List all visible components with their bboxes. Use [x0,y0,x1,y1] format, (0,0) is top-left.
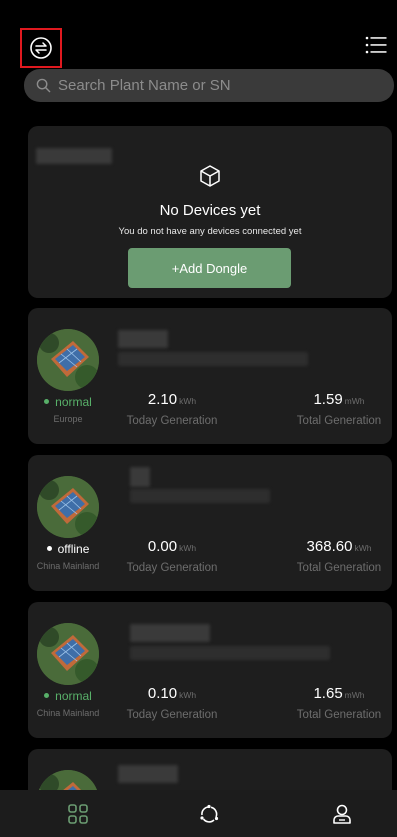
grid-icon [68,804,88,824]
today-label: Today Generation [126,415,218,427]
redacted-plant-sn [130,489,270,503]
plant-avatar [37,476,99,538]
today-label: Today Generation [126,709,218,721]
app-screen: No Devices yet You do not have any devic… [0,0,397,837]
today-generation: 2.10 kWh Today Generation [112,391,232,427]
nav-home[interactable] [67,803,89,825]
refresh-cycle-icon [200,804,219,823]
plant-avatar [37,329,99,391]
redacted-plant-name [130,624,210,642]
today-unit: kWh [179,690,197,700]
nav-profile[interactable] [331,803,353,825]
today-unit: kWh [179,543,197,553]
redacted-plant-name [36,148,112,164]
plant-card[interactable]: normal Europe 2.10 kWh Today Generation 1… [28,308,392,444]
total-value: 368.60 [306,538,353,555]
redacted-plant-name [118,765,178,783]
today-generation: 0.10 kWh Today Generation [112,685,232,721]
status-dot [46,546,52,552]
empty-title: No Devices yet [159,202,261,219]
switch-arrows-icon [30,37,52,59]
nav-sync[interactable] [198,803,220,825]
today-value: 2.10 [147,391,178,408]
empty-subtitle: You do not have any devices connected ye… [118,226,302,237]
redacted-plant-name [130,467,150,487]
total-value: 1.59 [313,391,343,408]
plant-region: China Mainland [36,561,100,571]
total-generation: 1.59 mWh Total Generation [282,391,396,427]
redacted-plant-name [118,330,168,348]
total-unit: kWh [354,543,372,553]
solar-plant-image [37,329,99,391]
plant-card[interactable]: normal China Mainland 0.10 kWh Today Gene… [28,602,392,738]
status-dot [44,693,50,699]
total-unit: mWh [344,690,365,700]
today-generation: 0.00 kWh Today Generation [112,538,232,574]
plant-status: normal [28,689,108,703]
switch-button[interactable] [20,28,62,68]
solar-plant-image [37,476,99,538]
plant-status: offline [28,542,108,556]
menu-button[interactable] [365,36,387,54]
total-generation: 368.60 kWh Total Generation [282,538,396,574]
plant-status: normal [28,395,108,409]
list-menu-icon [365,36,387,54]
total-generation: 1.65 mWh Total Generation [282,685,396,721]
today-value: 0.10 [147,685,178,702]
today-value: 0.00 [147,538,178,555]
status-dot [44,399,50,405]
redacted-plant-sn [118,352,308,366]
search-bar[interactable] [24,69,394,102]
redacted-plant-sn [130,646,330,660]
total-label: Total Generation [296,562,382,574]
search-icon [36,78,51,93]
today-unit: kWh [179,396,197,406]
total-value: 1.65 [313,685,343,702]
cube-icon [200,165,220,187]
total-label: Total Generation [296,415,382,427]
total-label: Total Generation [296,709,382,721]
plant-region: China Mainland [36,708,100,718]
today-label: Today Generation [126,562,218,574]
solar-plant-image [37,623,99,685]
user-icon [333,804,351,824]
plant-card[interactable]: offline China Mainland 0.00 kWh Today Gen… [28,455,392,591]
total-unit: mWh [344,396,365,406]
no-devices-card: No Devices yet You do not have any devic… [28,126,392,298]
search-input[interactable] [58,77,378,94]
plant-avatar [37,623,99,685]
bottom-navigation [0,790,397,837]
plant-region: Europe [53,414,83,424]
add-dongle-button[interactable]: +Add Dongle [128,248,291,288]
